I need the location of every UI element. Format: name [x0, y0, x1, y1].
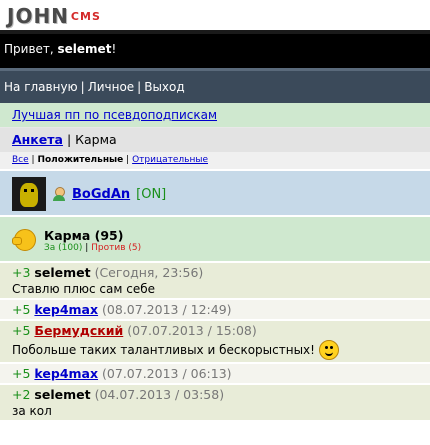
entry-comment-text: Ставлю плюс сам себе — [12, 282, 155, 296]
ad-link[interactable]: Лучшая пп по псевдоподпискам — [12, 108, 217, 122]
filter-negative-link[interactable]: Отрицательные — [132, 155, 208, 165]
karma-for: За (100) — [44, 242, 83, 253]
greeting-suffix: ! — [111, 42, 117, 56]
entry-points: +5 — [12, 302, 31, 317]
entry-comment: Ставлю плюс сам себе — [12, 282, 418, 296]
entry-points: +3 — [12, 265, 31, 280]
nav-personal-link[interactable]: Личное — [88, 80, 134, 94]
karma-entry: +3 selemet (Сегодня, 23:56) Ставлю плюс … — [0, 261, 430, 298]
entry-comment: за кол — [12, 404, 418, 418]
user-icon — [52, 187, 66, 201]
karma-filter: Все | Положительные | Отрицательные — [0, 152, 430, 169]
logo[interactable]: JOHN CMS — [7, 4, 101, 28]
karma-counts: За (100) | Против (5) — [44, 243, 141, 253]
entry-points: +5 — [12, 366, 31, 381]
karma-title: Карма (95) — [44, 227, 124, 243]
filter-separator: | — [31, 155, 35, 165]
user-card: BoGdAn [ON] — [0, 169, 430, 215]
greeting-username: selemet — [57, 42, 112, 56]
entry-time: (08.07.2013 / 12:49) — [102, 302, 232, 317]
entry-points: +5 — [12, 323, 31, 338]
entry-user-link[interactable]: Бермудский — [34, 323, 123, 338]
karma-entry: +5 kep4max (07.07.2013 / 06:13) — [0, 362, 430, 383]
karma-summary: Карма (95) За (100) | Против (5) — [0, 215, 430, 261]
header-logo-bar: JOHN CMS — [0, 0, 430, 30]
entry-user: selemet — [34, 265, 91, 280]
tab-profile[interactable]: Анкета — [12, 132, 63, 147]
logo-text: JOHN — [7, 4, 69, 28]
nav-separator: | — [137, 80, 142, 94]
karma-entry: +2 selemet (04.07.2013 / 03:58) за кол — [0, 383, 430, 420]
nav-logout-link[interactable]: Выход — [144, 80, 184, 94]
entry-comment-text: Побольше таких талантливых и бескорыстны… — [12, 343, 315, 357]
nav-separator: | — [80, 80, 85, 94]
avatar[interactable] — [12, 177, 46, 211]
tab-karma-current: Карма — [75, 132, 117, 147]
filter-separator: | — [126, 155, 130, 165]
entry-time: (Сегодня, 23:56) — [94, 265, 204, 280]
filter-positive-current: Положительные — [37, 155, 124, 165]
entry-time: (07.07.2013 / 06:13) — [102, 366, 232, 381]
greeting-bar: Привет, selemet! — [0, 30, 430, 68]
entry-comment-text: за кол — [12, 404, 52, 418]
karma-entry: +5 Бермудский (07.07.2013 / 15:08) Побол… — [0, 319, 430, 362]
tab-separator: | — [66, 132, 72, 147]
logo-cms: CMS — [70, 10, 101, 23]
smiley-icon — [318, 340, 339, 360]
karma-separator: | — [85, 242, 89, 253]
karma-against: Против (5) — [91, 242, 142, 253]
profile-username-link[interactable]: BoGdAn — [72, 187, 130, 202]
entry-time: (04.07.2013 / 03:58) — [94, 387, 225, 402]
karma-entry: +5 kep4max (08.07.2013 / 12:49) — [0, 298, 430, 319]
profile-tabs: Анкета | Карма — [0, 128, 430, 152]
entry-user-link[interactable]: kep4max — [34, 366, 98, 381]
filter-all-link[interactable]: Все — [12, 155, 29, 165]
entry-user-link[interactable]: kep4max — [34, 302, 98, 317]
ad-row: Лучшая пп по псевдоподпискам — [0, 103, 430, 128]
entry-points: +2 — [12, 387, 31, 402]
entry-user: selemet — [34, 387, 91, 402]
greeting-prefix: Привет, — [4, 42, 58, 56]
main-nav: На главную | Личное | Выход — [0, 68, 430, 103]
nav-home-link[interactable]: На главную — [4, 80, 78, 94]
entry-time: (07.07.2013 / 15:08) — [127, 323, 257, 338]
karma-icon — [12, 227, 38, 253]
online-status: [ON] — [136, 186, 167, 202]
entry-comment: Побольше таких талантливых и бескорыстны… — [12, 340, 418, 360]
